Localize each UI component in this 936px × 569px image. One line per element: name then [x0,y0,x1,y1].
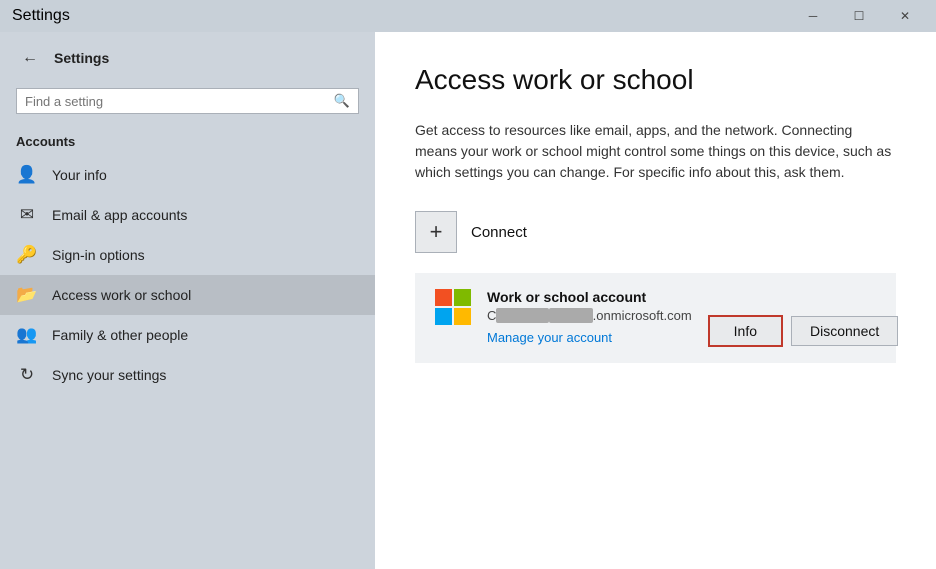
sidebar-item-label-sync: Sync your settings [52,367,166,383]
email-prefix: C [487,308,496,323]
ms-logo-green [454,289,471,306]
ms-logo-red [435,289,452,306]
sidebar: ← Settings 🔍 Accounts 👤 Your info ✉ Emai… [0,32,375,569]
account-actions: Info Disconnect [708,315,899,347]
account-email: C e@ .onmicrosoft.com [487,308,692,323]
page-title: Access work or school [415,64,896,96]
ms-logo-yellow [454,308,471,325]
family-icon: 👥 [16,325,38,345]
disconnect-button[interactable]: Disconnect [791,316,898,346]
sidebar-app-title: Settings [54,50,109,66]
email-redacted-domain [549,308,592,323]
ms-logo-blue [435,308,452,325]
microsoft-logo [435,289,471,325]
title-bar-title: Settings [12,7,70,25]
email-icon: ✉ [16,205,38,225]
search-icon: 🔍 [334,93,350,109]
back-button[interactable]: ← [16,44,44,72]
email-redacted-mid: e@ [496,308,549,323]
sidebar-item-label-family: Family & other people [52,327,188,343]
sidebar-item-family-other-people[interactable]: 👥 Family & other people [0,315,375,355]
account-card: Work or school account C e@ .onmicrosoft… [415,273,896,363]
sidebar-top: ← Settings [0,32,375,84]
accounts-section-label: Accounts [0,126,375,155]
connect-label: Connect [471,224,527,241]
sidebar-item-label-access: Access work or school [52,287,191,303]
content-panel: Access work or school Get access to reso… [375,32,936,569]
sidebar-item-label-signin: Sign-in options [52,247,145,263]
sidebar-item-sign-in-options[interactable]: 🔑 Sign-in options [0,235,375,275]
connect-row: + Connect [415,211,896,253]
search-box[interactable]: 🔍 [16,88,359,114]
info-button[interactable]: Info [708,315,783,347]
sidebar-item-email-app-accounts[interactable]: ✉ Email & app accounts [0,195,375,235]
your-info-icon: 👤 [16,165,38,185]
sidebar-item-sync-settings[interactable]: ↻ Sync your settings [0,355,375,395]
account-info: Work or school account C e@ .onmicrosoft… [487,289,692,347]
maximize-button[interactable]: ☐ [836,0,882,32]
title-bar: Settings ─ ☐ ✕ [0,0,936,32]
email-suffix: .onmicrosoft.com [593,308,692,323]
account-type: Work or school account [487,289,692,305]
title-bar-controls: ─ ☐ ✕ [790,0,928,32]
page-description: Get access to resources like email, apps… [415,120,895,183]
sync-icon: ↻ [16,365,38,385]
sign-in-icon: 🔑 [16,245,38,265]
connect-button[interactable]: + [415,211,457,253]
sidebar-item-label-your-info: Your info [52,167,107,183]
sidebar-item-label-email: Email & app accounts [52,207,187,223]
sidebar-item-access-work-school[interactable]: 📂 Access work or school [0,275,375,315]
sidebar-item-your-info[interactable]: 👤 Your info [0,155,375,195]
work-school-icon: 📂 [16,285,38,305]
close-button[interactable]: ✕ [882,0,928,32]
main-layout: ← Settings 🔍 Accounts 👤 Your info ✉ Emai… [0,32,936,569]
minimize-button[interactable]: ─ [790,0,836,32]
manage-account-link[interactable]: Manage your account [487,330,612,345]
title-bar-left: Settings [12,7,70,25]
search-input[interactable] [25,94,328,109]
